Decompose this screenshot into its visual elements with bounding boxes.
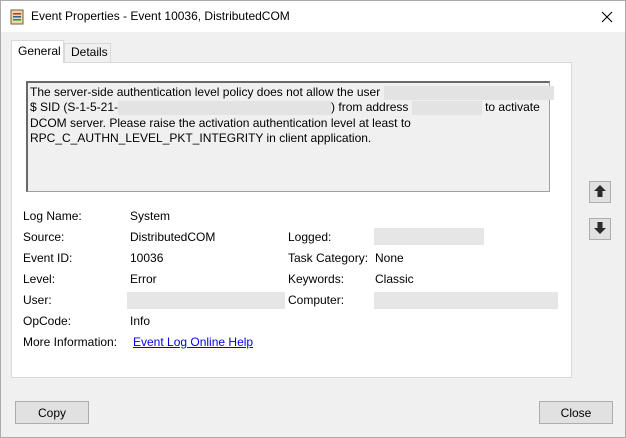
event-viewer-icon	[10, 9, 24, 25]
description-text: RPC_C_AUTHN_LEVEL_PKT_INTEGRITY in clien…	[30, 131, 372, 146]
redacted-sid	[118, 101, 332, 116]
arrow-up-icon	[594, 184, 606, 200]
description-text: The server-side authentication level pol…	[30, 85, 381, 99]
opcode-label: OpCode:	[23, 314, 72, 328]
copy-button-label: Copy	[37, 405, 66, 420]
event-properties-window: Event Properties - Event 10036, Distribu…	[0, 0, 626, 438]
more-information-label: More Information:	[23, 335, 118, 349]
description-line: DCOM server. Please raise the activation…	[30, 116, 547, 131]
description-text: DCOM server. Please raise the activation…	[30, 115, 411, 130]
task-category-value[interactable]: None	[375, 251, 404, 265]
user-label: User:	[23, 293, 52, 307]
user-value-redacted[interactable]	[127, 292, 285, 309]
description-line: RPC_C_AUTHN_LEVEL_PKT_INTEGRITY in clien…	[30, 131, 547, 146]
keywords-value[interactable]: Classic	[375, 272, 414, 286]
close-icon[interactable]	[589, 1, 625, 32]
event-id-label: Event ID:	[23, 251, 73, 265]
keywords-label: Keywords:	[288, 272, 345, 286]
log-name-value[interactable]: System	[130, 209, 170, 223]
event-log-online-help-link[interactable]: Event Log Online Help	[133, 335, 253, 349]
description-line: $ SID (S-1-5-21- ) from address to activa…	[30, 100, 547, 116]
redacted-user	[383, 85, 554, 100]
event-id-value[interactable]: 10036	[130, 251, 163, 265]
window-title: Event Properties - Event 10036, Distribu…	[31, 9, 290, 23]
close-button-label: Close	[560, 405, 592, 420]
general-panel: The server-side authentication level pol…	[11, 62, 572, 378]
source-value[interactable]: DistributedCOM	[130, 230, 215, 244]
event-description[interactable]: The server-side authentication level pol…	[26, 81, 554, 192]
description-text: ) from address	[331, 100, 409, 115]
logged-label: Logged:	[288, 230, 332, 244]
logged-value-redacted[interactable]	[374, 228, 484, 245]
description-text: $ SID (S-1-5-21-	[30, 100, 119, 115]
copy-button[interactable]: Copy	[15, 401, 89, 424]
tab-details-label: Details	[71, 45, 108, 59]
description-text: to activate	[485, 100, 540, 115]
computer-label: Computer:	[288, 293, 345, 307]
title-bar[interactable]: Event Properties - Event 10036, Distribu…	[1, 1, 625, 32]
arrow-down-icon	[594, 221, 606, 237]
task-category-label: Task Category:	[288, 251, 369, 265]
previous-event-button[interactable]	[589, 181, 611, 203]
tab-details[interactable]: Details	[64, 43, 111, 63]
source-label: Source:	[23, 230, 65, 244]
level-label: Level:	[23, 272, 56, 286]
close-button[interactable]: Close	[539, 401, 613, 424]
tab-general[interactable]: General	[11, 40, 64, 63]
computer-value-redacted[interactable]	[374, 292, 558, 309]
log-name-label: Log Name:	[23, 209, 82, 223]
opcode-value[interactable]: Info	[130, 314, 150, 328]
description-line: The server-side authentication level pol…	[30, 85, 554, 100]
tab-general-label: General	[18, 44, 61, 58]
next-event-button[interactable]	[589, 218, 611, 240]
level-value[interactable]: Error	[130, 272, 157, 286]
redacted-address	[411, 101, 482, 116]
